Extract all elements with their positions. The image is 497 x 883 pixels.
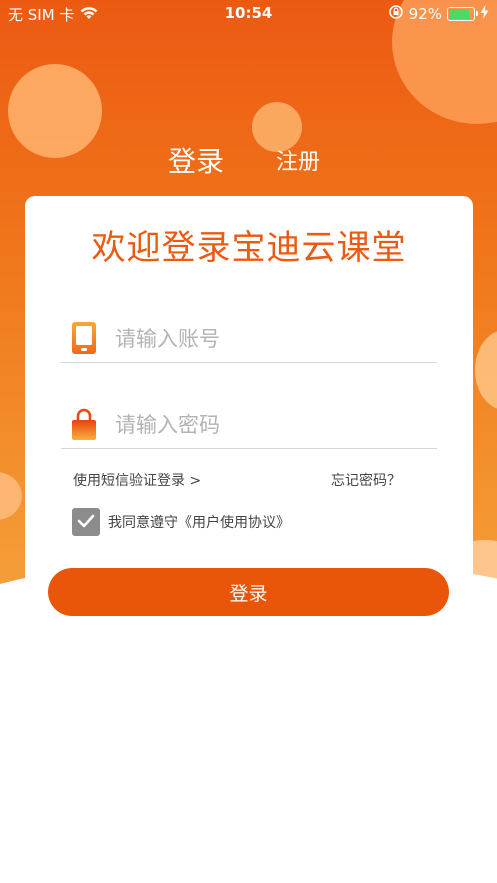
- battery-fill: [449, 9, 470, 19]
- agreement-text[interactable]: 我同意遵守《用户使用协议》: [108, 512, 290, 532]
- forgot-password-link[interactable]: 忘记密码？: [331, 470, 401, 490]
- agreement-row: 我同意遵守《用户使用协议》: [72, 508, 290, 536]
- login-button[interactable]: 登录: [48, 568, 449, 616]
- decorative-bubble: [8, 64, 102, 158]
- battery-percent: 92%: [408, 5, 442, 23]
- login-card: 欢迎登录宝迪云课堂 请输入账号 使用短信验证登录 > 忘记密码？ 我同意遵守《用…: [25, 196, 473, 616]
- tab-register[interactable]: 注册: [276, 144, 320, 176]
- tab-login[interactable]: 登录: [168, 140, 224, 180]
- checkmark-icon: [77, 513, 95, 532]
- charging-icon: [480, 5, 489, 23]
- login-screen: 无 SIM 卡 10:54 92% 登录 注册 欢迎登录宝迪云课堂 请输入账号 …: [0, 0, 497, 883]
- account-input[interactable]: [115, 324, 425, 354]
- status-bar: 无 SIM 卡 10:54 92%: [0, 0, 497, 26]
- agreement-checkbox[interactable]: [72, 508, 100, 536]
- password-input[interactable]: [115, 410, 425, 440]
- phone-icon: [71, 322, 97, 354]
- battery-icon: [447, 7, 478, 21]
- orientation-lock-icon: [388, 4, 404, 24]
- decorative-bubble: [0, 472, 22, 520]
- decorative-bubble: [475, 330, 497, 410]
- battery-cap: [476, 11, 478, 16]
- account-field: [61, 322, 437, 363]
- welcome-title: 欢迎登录宝迪云课堂: [91, 228, 407, 268]
- password-field: [61, 408, 437, 449]
- status-right: 92%: [388, 4, 489, 24]
- sms-login-link[interactable]: 使用短信验证登录 >: [73, 470, 201, 490]
- lock-icon: [71, 408, 97, 440]
